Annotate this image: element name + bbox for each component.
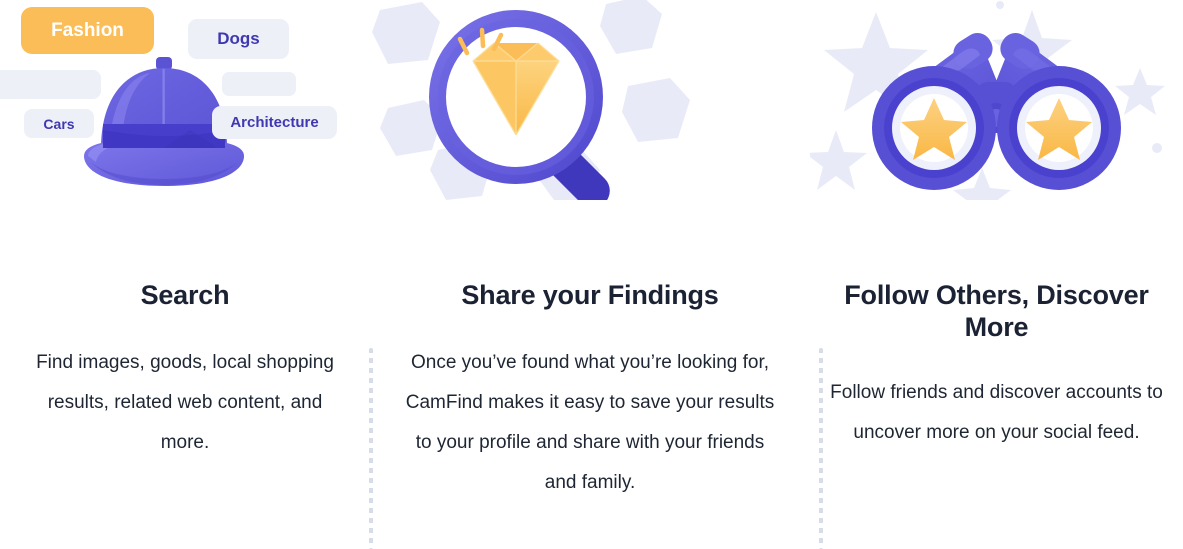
follow-heading: Follow Others, Discover More: [844, 280, 1149, 342]
feature-columns: Fashion Dogs Cars Architecture Search Fi…: [0, 0, 1183, 549]
feature-columns-section: Fashion Dogs Cars Architecture Search Fi…: [0, 0, 1183, 549]
share-body-text: Once you’ve found what you’re looking fo…: [405, 352, 775, 493]
magnifier-diamond-illustration: [370, 0, 810, 200]
share-text-block: Share your Findings Once you’ve found wh…: [370, 279, 810, 503]
feature-column-search: Fashion Dogs Cars Architecture Search Fi…: [0, 0, 370, 549]
follow-text-block: Follow Others, Discover More Follow frie…: [810, 279, 1183, 453]
search-body-text: Find images, goods, local shopping resul…: [36, 352, 334, 453]
hat-tags-illustration: Fashion Dogs Cars Architecture: [0, 0, 370, 200]
column-divider-left: [369, 348, 373, 549]
tag-pill-cars-label: Cars: [43, 115, 75, 132]
tag-pill-fashion-label: Fashion: [51, 19, 124, 41]
tag-pill-dogs-label: Dogs: [217, 29, 260, 48]
binoculars-stars-illustration: [810, 0, 1183, 200]
tag-pill-architecture[interactable]: Architecture: [212, 106, 337, 139]
follow-body-text: Follow friends and discover accounts to …: [830, 382, 1163, 443]
column-divider-right: [819, 348, 823, 549]
tag-pill-cars[interactable]: Cars: [24, 109, 94, 138]
magnifying-glass-icon: [370, 0, 810, 200]
tag-pill-dogs[interactable]: Dogs: [188, 19, 289, 59]
search-text-block: Search Find images, goods, local shoppin…: [0, 279, 370, 463]
search-heading: Search: [140, 280, 230, 310]
tag-pill-fashion[interactable]: Fashion: [21, 7, 154, 54]
share-heading: Share your Findings: [461, 280, 719, 310]
binoculars-icon: [810, 0, 1183, 200]
tag-pill-architecture-label: Architecture: [230, 114, 319, 131]
feature-column-follow: Follow Others, Discover More Follow frie…: [810, 0, 1183, 549]
feature-column-share: Share your Findings Once you’ve found wh…: [370, 0, 810, 549]
